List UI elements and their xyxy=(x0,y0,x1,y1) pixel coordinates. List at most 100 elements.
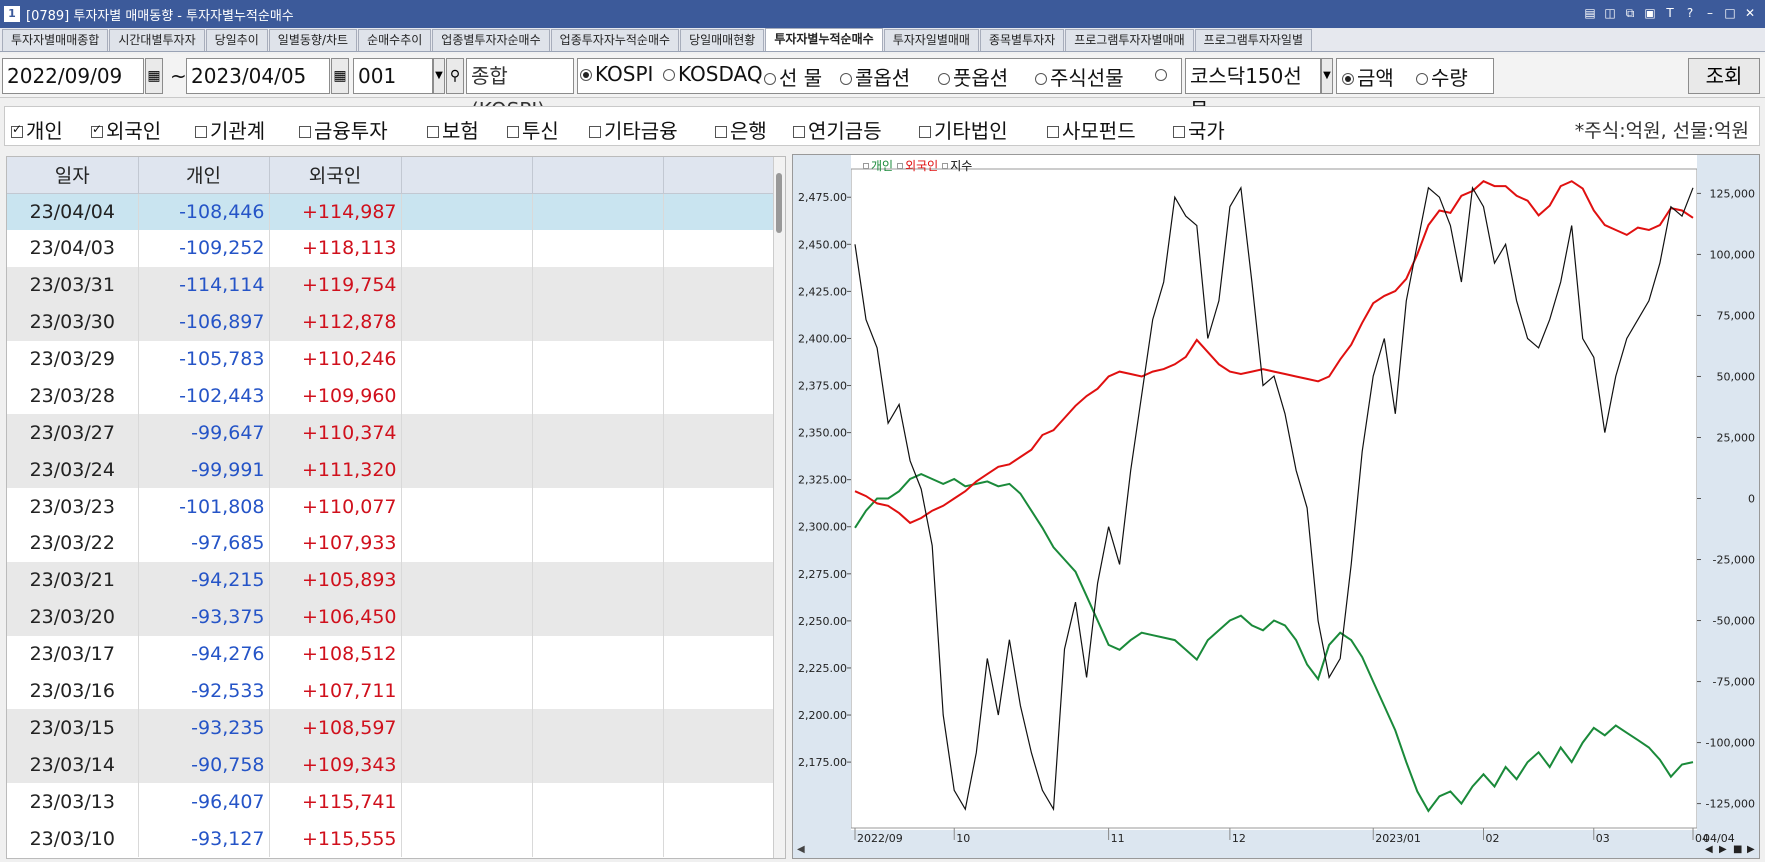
tab-9[interactable]: 투자자일별매매 xyxy=(883,29,979,51)
chart-nav-icon[interactable]: ▶ xyxy=(1719,844,1727,855)
market-radio-6[interactable] xyxy=(1155,62,1170,86)
legend-label: 지수 xyxy=(950,159,973,173)
left-tick-label: 2,450.00 xyxy=(798,238,847,251)
end-date-input[interactable]: 2023/04/05 xyxy=(186,58,330,94)
column-header[interactable] xyxy=(532,157,664,194)
market-radio-5[interactable]: 주식선물 xyxy=(1035,62,1124,91)
tile-icon[interactable]: ◫ xyxy=(1603,5,1617,21)
chart-nav-icon[interactable]: ▶ xyxy=(1747,844,1755,855)
radio-dot-icon xyxy=(938,73,950,85)
foreign-cell: +109,960 xyxy=(269,377,402,415)
tab-1[interactable]: 시간대별투자자 xyxy=(109,29,205,51)
table-row[interactable]: 23/03/17 -94,276 +108,512 xyxy=(7,635,776,673)
table-row[interactable]: 23/04/04 -108,446 +114,987 xyxy=(7,193,776,230)
tab-3[interactable]: 일별동향/차트 xyxy=(268,29,358,51)
chart-nav-icon[interactable]: ◀ xyxy=(1705,844,1713,855)
unit-radio-0[interactable]: 금액 xyxy=(1342,62,1394,91)
table-row[interactable]: 23/03/20 -93,375 +106,450 xyxy=(7,598,776,636)
filter-checkbox-0[interactable]: 개인 xyxy=(11,115,63,144)
table-row[interactable]: 23/03/16 -92,533 +107,711 xyxy=(7,672,776,710)
table-row[interactable]: 23/03/15 -93,235 +108,597 xyxy=(7,709,776,747)
tab-2[interactable]: 당일추이 xyxy=(205,29,268,51)
tab-0[interactable]: 투자자별매매종합 xyxy=(2,29,109,51)
tab-10[interactable]: 종목별투자자 xyxy=(979,29,1065,51)
filter-checkbox-6[interactable]: 기타금융 xyxy=(589,115,678,144)
table-row[interactable]: 23/04/03 -109,252 +118,113 xyxy=(7,229,776,267)
calendar-icon[interactable]: ▦ xyxy=(145,58,163,94)
scrollbar-thumb[interactable] xyxy=(776,173,782,233)
table-row[interactable]: 23/03/10 -93,127 +115,555 xyxy=(7,820,776,858)
filter-checkbox-1[interactable]: 외국인 xyxy=(91,115,161,144)
table-header-row: 일자 개인 외국인 xyxy=(7,157,776,194)
market-radio-4[interactable]: 풋옵션 xyxy=(938,62,1008,91)
filter-checkbox-3[interactable]: 금융투자 xyxy=(299,115,388,144)
save-icon[interactable]: ▣ xyxy=(1643,5,1657,21)
chart-nav-icon[interactable]: ■ xyxy=(1733,844,1742,855)
filter-checkbox-9[interactable]: 기타법인 xyxy=(919,115,1008,144)
column-header[interactable]: 개인 xyxy=(138,157,270,194)
filter-checkbox-8[interactable]: 연기금등 xyxy=(793,115,882,144)
search-icon[interactable]: ⚲ xyxy=(446,58,464,94)
column-header[interactable]: 일자 xyxy=(7,157,139,194)
futures-select[interactable]: 코스닥150선물 xyxy=(1185,58,1321,122)
market-radio-0[interactable]: KOSPI xyxy=(580,62,653,86)
foreign-cell: +118,113 xyxy=(269,229,402,267)
market-radio-1[interactable]: KOSDAQ xyxy=(663,62,763,86)
table-row[interactable]: 23/03/31 -114,114 +119,754 xyxy=(7,266,776,304)
column-header[interactable] xyxy=(401,157,533,194)
tab-5[interactable]: 업종별투자자순매수 xyxy=(432,29,550,51)
radio-dot-icon xyxy=(764,73,776,85)
tab-8[interactable]: 투자자별누적순매수 xyxy=(765,28,883,51)
table-row[interactable]: 23/03/28 -102,443 +109,960 xyxy=(7,377,776,415)
table-row[interactable]: 23/03/27 -99,647 +110,374 xyxy=(7,414,776,452)
table-row[interactable]: 23/03/30 -106,897 +112,878 xyxy=(7,303,776,341)
close-icon[interactable]: ✕ xyxy=(1743,5,1757,21)
filter-checkbox-10[interactable]: 사모펀드 xyxy=(1047,115,1136,144)
chevron-down-icon[interactable]: ▼ xyxy=(1321,58,1333,94)
table-row[interactable]: 23/03/23 -101,808 +110,077 xyxy=(7,488,776,526)
table-row[interactable]: 23/03/29 -105,783 +110,246 xyxy=(7,340,776,378)
scroll-left-icon[interactable]: ◀ xyxy=(797,844,805,855)
filter-checkbox-11[interactable]: 국가 xyxy=(1173,115,1225,144)
maximize-icon[interactable]: □ xyxy=(1723,5,1737,21)
table-row[interactable]: 23/03/21 -94,215 +105,893 xyxy=(7,561,776,599)
tab-7[interactable]: 당일매매현황 xyxy=(680,29,765,51)
date-cell: 23/03/21 xyxy=(7,561,139,599)
table-row[interactable]: 23/03/13 -96,407 +115,741 xyxy=(7,783,776,821)
tab-12[interactable]: 프로그램투자자일별 xyxy=(1194,29,1312,51)
column-header[interactable]: 외국인 xyxy=(269,157,402,194)
filter-checkbox-5[interactable]: 투신 xyxy=(507,115,559,144)
table-row[interactable]: 23/03/14 -90,758 +109,343 xyxy=(7,746,776,784)
code-input[interactable]: 001 xyxy=(353,58,433,94)
font-icon[interactable]: T xyxy=(1663,5,1677,21)
help-icon[interactable]: ? xyxy=(1683,5,1697,21)
tab-4[interactable]: 순매수추이 xyxy=(358,29,432,51)
empty-cell xyxy=(663,709,776,747)
screen-icon[interactable]: ▤ xyxy=(1583,5,1597,21)
market-radio-2[interactable]: 선 물 xyxy=(764,62,822,91)
filter-checkbox-2[interactable]: 기관계 xyxy=(195,115,265,144)
unit-radio-1[interactable]: 수량 xyxy=(1416,62,1468,91)
date-cell: 23/03/30 xyxy=(7,303,139,341)
tab-6[interactable]: 업종투자자누적순매수 xyxy=(550,29,680,51)
query-button[interactable]: 조회 xyxy=(1688,58,1760,94)
date-cell: 23/04/03 xyxy=(7,229,139,267)
filter-checkbox-7[interactable]: 은행 xyxy=(715,115,767,144)
tab-11[interactable]: 프로그램투자자별매매 xyxy=(1065,29,1194,51)
start-date-input[interactable]: 2022/09/09 xyxy=(2,58,144,94)
copy-icon[interactable]: ⧉ xyxy=(1623,5,1637,21)
calendar-icon[interactable]: ▦ xyxy=(331,58,349,94)
radio-dot-icon xyxy=(1155,69,1167,81)
table-row[interactable]: 23/03/24 -99,991 +111,320 xyxy=(7,451,776,489)
empty-cell xyxy=(663,525,776,562)
x-tick-label: 03 xyxy=(1596,832,1610,845)
minimize-icon[interactable]: – xyxy=(1703,5,1717,21)
window-title: [0789] 투자자별 매매동향 - 투자자별누적순매수 xyxy=(26,8,294,24)
chevron-down-icon[interactable]: ▼ xyxy=(433,58,445,94)
filter-label: 사모펀드 xyxy=(1062,119,1136,143)
table-scrollbar[interactable] xyxy=(773,157,785,858)
table-row[interactable]: 23/03/22 -97,685 +107,933 xyxy=(7,525,776,562)
market-radio-3[interactable]: 콜옵션 xyxy=(840,62,910,91)
column-header[interactable] xyxy=(663,157,776,194)
filter-checkbox-4[interactable]: 보험 xyxy=(427,115,479,144)
